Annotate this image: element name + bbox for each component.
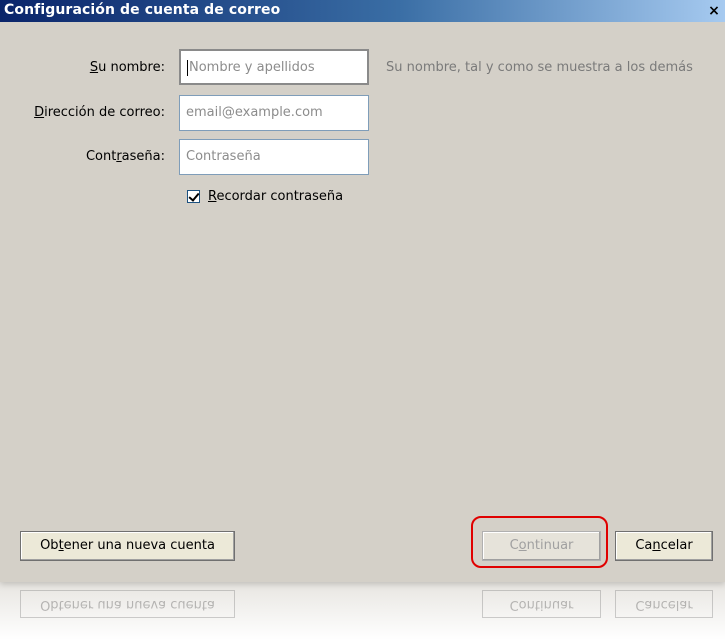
title-bar[interactable]: Configuración de cuenta de correo × (0, 0, 725, 22)
password-placeholder: Contraseña (186, 149, 261, 164)
close-button[interactable]: × (705, 3, 723, 19)
name-hint: Su nombre, tal y como se muestra a los d… (386, 60, 693, 75)
remember-password-label: Recordar contraseña (208, 189, 344, 204)
remember-password-checkbox[interactable] (187, 190, 200, 203)
get-new-account-button[interactable]: Obtener una nueva cuenta (20, 531, 235, 561)
email-input[interactable]: email@example.com (179, 95, 369, 131)
text-caret (187, 59, 188, 76)
password-label: Contraseña: (85, 149, 165, 164)
reflection-cancel: Cancelar (615, 590, 713, 618)
reflection-continue: Continuar (482, 590, 601, 618)
password-input[interactable]: Contraseña (179, 139, 369, 175)
close-icon: × (708, 3, 720, 19)
account-setup-dialog: Configuración de cuenta de correo × Su n… (0, 0, 725, 582)
email-label: Dirección de correo: (34, 105, 165, 120)
name-label: Su nombre: (89, 60, 165, 75)
window-title: Configuración de cuenta de correo (4, 2, 281, 18)
email-placeholder: email@example.com (186, 105, 323, 120)
remember-password-option[interactable]: Recordar contraseña (187, 189, 343, 204)
name-placeholder: Nombre y apellidos (189, 60, 315, 75)
reflection-new-account: Obtener una nueva cuenta (20, 590, 235, 618)
dialog-reflection: Obtener una nueva cuenta Continuar Cance… (0, 582, 725, 640)
continue-button[interactable]: Continuar (482, 531, 601, 561)
name-input[interactable]: Nombre y apellidos (179, 49, 369, 85)
cancel-button[interactable]: Cancelar (615, 531, 713, 561)
